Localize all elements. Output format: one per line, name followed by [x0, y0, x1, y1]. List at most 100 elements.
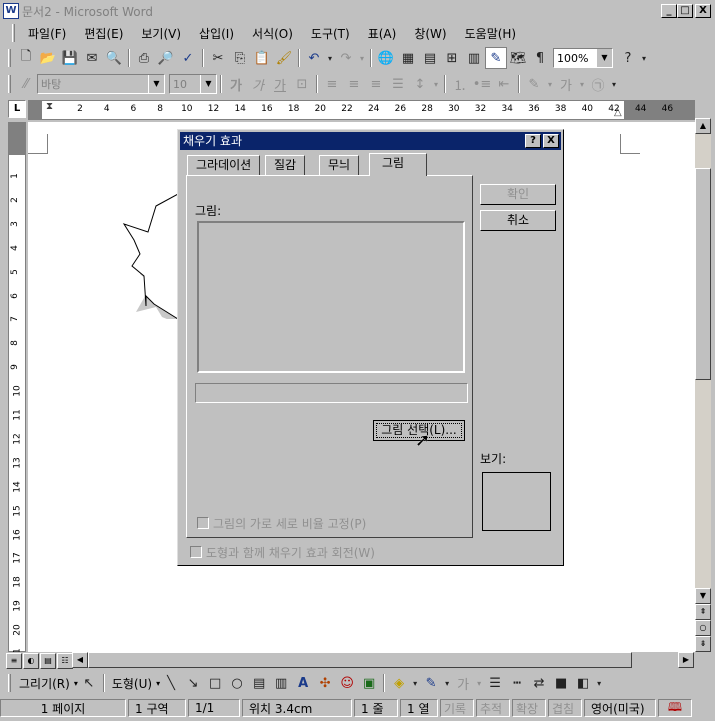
- horizontal-scrollbar[interactable]: ≡ ◐ ▤ ☷ ◀ ▶: [0, 652, 695, 669]
- fill-color-icon[interactable]: ◈: [388, 672, 410, 694]
- insert-table-icon[interactable]: ▤: [419, 47, 441, 69]
- cut-icon[interactable]: ✂: [207, 47, 229, 69]
- menu-format[interactable]: 서식(O): [243, 25, 302, 42]
- columns-icon[interactable]: ▥: [463, 47, 485, 69]
- help-icon[interactable]: ?: [617, 47, 639, 69]
- font-size-select[interactable]: 10 ▼: [169, 74, 217, 94]
- undo-dropdown-icon[interactable]: ▾: [325, 47, 335, 69]
- enclose-characters-icon[interactable]: ㉠: [587, 73, 609, 95]
- previous-page-icon[interactable]: ⇞: [695, 604, 711, 620]
- hyperlink-icon[interactable]: 🌐: [375, 47, 397, 69]
- redo-icon[interactable]: ↷: [335, 47, 357, 69]
- draw-menu[interactable]: 그리기(R): [15, 675, 74, 692]
- line-icon[interactable]: ╲: [160, 672, 182, 694]
- save-icon[interactable]: 💾: [59, 47, 81, 69]
- paste-icon[interactable]: 📋: [251, 47, 273, 69]
- menu-tools[interactable]: 도구(T): [302, 25, 359, 42]
- normal-view-icon[interactable]: ≡: [6, 653, 22, 669]
- indent-marker-icon[interactable]: ⧗: [46, 101, 53, 112]
- more-buttons-icon[interactable]: ▾: [639, 47, 649, 69]
- menu-help[interactable]: 도움말(H): [456, 25, 526, 42]
- format-painter-icon[interactable]: 🖌: [273, 47, 295, 69]
- vertical-ruler[interactable]: 123456789101112131415161718192021: [8, 122, 26, 660]
- text-box-icon[interactable]: ▤: [248, 672, 270, 694]
- outline-view-icon[interactable]: ☷: [57, 653, 73, 669]
- search-files-icon[interactable]: 🔍: [103, 47, 125, 69]
- spelling-status-icon[interactable]: 🕮: [658, 699, 692, 717]
- insert-picture-icon[interactable]: ▣: [358, 672, 380, 694]
- h-scroll-thumb[interactable]: [88, 652, 632, 668]
- horizontal-ruler[interactable]: 2 4 6 8 10 12 14 16 18 20 22 24 26 28 30 32 34 36 38 40 42 44…: [28, 100, 695, 120]
- char-border-icon[interactable]: ⊡: [291, 73, 313, 95]
- document-map-icon[interactable]: 🗺: [507, 47, 529, 69]
- new-document-icon[interactable]: 🗋: [15, 47, 37, 69]
- word-app-icon[interactable]: W: [3, 3, 19, 19]
- bullets-icon[interactable]: •≡: [471, 73, 493, 95]
- lock-aspect-checkbox[interactable]: [197, 517, 209, 529]
- font-color-dropdown-icon[interactable]: ▾: [474, 672, 484, 694]
- tab-gradient[interactable]: 그라데이션: [187, 155, 261, 175]
- line-style-icon[interactable]: ☰: [484, 672, 506, 694]
- line-spacing-dropdown-icon[interactable]: ▾: [431, 73, 441, 95]
- cancel-button[interactable]: 취소: [480, 210, 556, 231]
- oval-icon[interactable]: ○: [226, 672, 248, 694]
- status-rec[interactable]: 기록: [440, 699, 474, 717]
- scroll-right-icon[interactable]: ▶: [678, 652, 694, 668]
- decrease-indent-icon[interactable]: ⇤: [493, 73, 515, 95]
- ok-button[interactable]: 확인: [480, 184, 556, 205]
- undo-icon[interactable]: ↶: [303, 47, 325, 69]
- email-icon[interactable]: ✉: [81, 47, 103, 69]
- line-color-dropdown-icon[interactable]: ▾: [442, 672, 452, 694]
- arrow-style-icon[interactable]: ⇄: [528, 672, 550, 694]
- close-button[interactable]: X: [695, 4, 711, 18]
- fill-color-dropdown-icon[interactable]: ▾: [410, 672, 420, 694]
- font-color-icon[interactable]: 가: [555, 73, 577, 95]
- dialog-close-button[interactable]: X: [543, 134, 559, 148]
- menu-file[interactable]: 파일(F): [19, 25, 75, 42]
- redo-dropdown-icon[interactable]: ▾: [357, 47, 367, 69]
- highlight-icon[interactable]: ✎: [523, 73, 545, 95]
- bold-icon[interactable]: 가: [225, 73, 247, 95]
- menu-table[interactable]: 표(A): [359, 25, 406, 42]
- style-icon[interactable]: ⁄⁄: [15, 73, 37, 95]
- status-language[interactable]: 영어(미국): [584, 699, 656, 717]
- spelling-icon[interactable]: ✓: [177, 47, 199, 69]
- tab-picture[interactable]: 그림: [369, 153, 427, 176]
- scroll-thumb[interactable]: [695, 168, 711, 380]
- status-ext[interactable]: 확장: [512, 699, 546, 717]
- menu-window[interactable]: 창(W): [405, 25, 455, 42]
- align-right-icon[interactable]: ≡: [365, 73, 387, 95]
- chevron-down-icon[interactable]: ▼: [200, 75, 216, 93]
- right-indent-marker-icon[interactable]: △: [614, 107, 622, 118]
- font-color-icon[interactable]: 가: [452, 672, 474, 694]
- select-objects-icon[interactable]: ↖: [78, 672, 100, 694]
- align-left-icon[interactable]: ≡: [321, 73, 343, 95]
- 3d-icon[interactable]: ◧: [572, 672, 594, 694]
- tables-borders-icon[interactable]: ▦: [397, 47, 419, 69]
- italic-icon[interactable]: 가: [247, 73, 269, 95]
- diagram-icon[interactable]: ✣: [314, 672, 336, 694]
- menu-edit[interactable]: 편집(E): [75, 25, 132, 42]
- autoshapes-menu[interactable]: 도형(U): [108, 675, 156, 692]
- dash-style-icon[interactable]: ┅: [506, 672, 528, 694]
- status-trk[interactable]: 추적: [476, 699, 510, 717]
- status-ovr[interactable]: 겹침: [548, 699, 582, 717]
- print-icon[interactable]: ⎙: [133, 47, 155, 69]
- tab-texture[interactable]: 질감: [265, 155, 306, 175]
- show-hide-icon[interactable]: ¶: [529, 47, 551, 69]
- vertical-text-box-icon[interactable]: ▥: [270, 672, 292, 694]
- clip-art-icon[interactable]: ☺: [336, 672, 358, 694]
- menu-insert[interactable]: 삽입(I): [190, 25, 243, 42]
- zoom-select[interactable]: 100% ▼: [553, 48, 613, 68]
- numbering-icon[interactable]: ⒈: [449, 73, 471, 95]
- scroll-up-icon[interactable]: ▲: [695, 118, 711, 134]
- browse-object-icon[interactable]: ○: [695, 620, 711, 636]
- align-center-icon[interactable]: ≡: [343, 73, 365, 95]
- web-layout-icon[interactable]: ◐: [23, 653, 39, 669]
- minimize-button[interactable]: _: [661, 4, 677, 18]
- chevron-down-icon[interactable]: ▼: [148, 75, 164, 93]
- arrow-icon[interactable]: ↘: [182, 672, 204, 694]
- tab-selector[interactable]: L: [8, 100, 26, 118]
- insert-excel-icon[interactable]: ⊞: [441, 47, 463, 69]
- print-preview-icon[interactable]: 🔎: [155, 47, 177, 69]
